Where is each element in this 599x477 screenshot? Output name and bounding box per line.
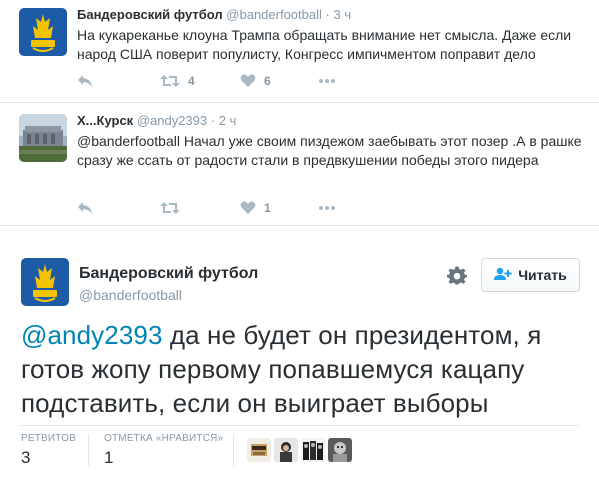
more-button[interactable] — [319, 199, 335, 217]
reply-tweet-2[interactable]: Х...Курск @andy2393 · 2 ч @banderfootbal… — [0, 104, 599, 226]
liker-avatar[interactable] — [328, 438, 352, 462]
liker-avatars — [247, 438, 352, 462]
divider — [233, 434, 234, 466]
retweet-stat-label: РЕТВИТОВ — [21, 433, 77, 444]
timestamp[interactable]: 2 ч — [219, 113, 237, 128]
liker-avatar[interactable] — [301, 438, 325, 462]
mention-link[interactable]: @andy2393 — [21, 320, 163, 350]
timestamp[interactable]: 3 ч — [333, 7, 351, 22]
retweet-icon — [160, 74, 180, 88]
author-name[interactable]: Бандеровский футбол — [77, 7, 223, 22]
follow-button-label: Читать — [518, 267, 567, 283]
author-handle[interactable]: @andy2393 — [137, 113, 207, 128]
like-stat-count: 1 — [104, 448, 114, 467]
author-name[interactable]: Бандеровский футбол — [79, 265, 258, 283]
author-handle[interactable]: @banderfootball — [226, 7, 322, 22]
separator-dot: · — [210, 113, 216, 128]
author-handle[interactable]: @banderfootball — [79, 287, 182, 303]
reply-button[interactable] — [77, 199, 93, 217]
tweet-text: На кукареканье клоуна Трампа обращать вн… — [77, 27, 572, 62]
avatar[interactable] — [19, 8, 67, 56]
tweet-text: @andy2393 да не будет он президентом, я … — [21, 318, 591, 420]
mention-link[interactable]: @banderfootball — [77, 133, 180, 149]
follow-button[interactable]: Читать — [481, 258, 580, 292]
retweet-stat[interactable]: РЕТВИТОВ 3 — [21, 433, 76, 468]
avatar[interactable] — [21, 258, 69, 306]
like-count: 6 — [264, 74, 271, 88]
divider — [20, 425, 578, 426]
more-icon — [319, 205, 335, 211]
author-name[interactable]: Х...Курск — [77, 113, 133, 128]
avatar[interactable] — [19, 114, 67, 162]
liker-avatar[interactable] — [274, 438, 298, 462]
retweet-stat-count: 3 — [21, 448, 31, 467]
reply-icon — [77, 201, 93, 215]
reply-icon — [77, 74, 93, 88]
separator-dot: · — [325, 7, 330, 22]
reply-button[interactable] — [77, 72, 93, 90]
like-stat[interactable]: ОТМЕТКА «НРАВИТСЯ» 1 — [104, 433, 223, 468]
gear-icon[interactable] — [447, 266, 467, 286]
tweet-text: @banderfootball Начал уже своим пиздежом… — [77, 132, 587, 170]
more-button[interactable] — [319, 72, 335, 90]
liker-avatar[interactable] — [247, 438, 271, 462]
retweet-button[interactable]: 4 — [160, 72, 195, 90]
tweet-header: Х...Курск @andy2393 · 2 ч — [77, 113, 236, 128]
heart-icon — [240, 74, 256, 88]
like-button[interactable]: 1 — [240, 199, 271, 217]
reply-tweet-1[interactable]: Бандеровский футбол @banderfootball · 3 … — [0, 0, 599, 103]
retweet-icon — [160, 201, 180, 215]
like-button[interactable]: 6 — [240, 72, 271, 90]
divider — [88, 434, 89, 466]
like-stat-label: ОТМЕТКА «НРАВИТСЯ» — [104, 433, 224, 444]
retweet-count: 4 — [188, 74, 195, 88]
retweet-button[interactable] — [160, 199, 180, 217]
more-icon — [319, 78, 335, 84]
heart-icon — [240, 201, 256, 215]
like-count: 1 — [264, 201, 271, 215]
follow-person-icon — [494, 267, 518, 284]
tweet-header: Бандеровский футбол @banderfootball · 3 … — [77, 7, 351, 22]
